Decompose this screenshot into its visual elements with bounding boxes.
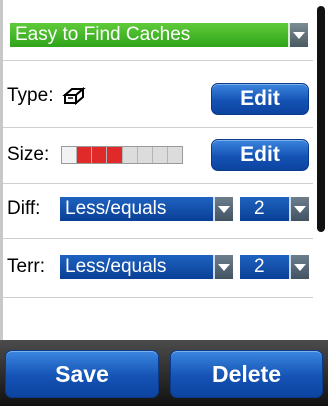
difficulty-operator-dropdown[interactable]: Less/equals [60,197,233,221]
chevron-down-icon [289,255,309,279]
size-cell [77,147,93,163]
chevron-down-icon [289,197,309,221]
type-edit-button[interactable]: Edit [211,83,309,115]
cache-type-icon [62,86,86,106]
type-edit-label: Edit [240,87,280,110]
footer-bar: Save Delete [0,340,328,406]
terrain-value-dropdown[interactable]: 2 [240,255,309,279]
size-edit-button[interactable]: Edit [211,139,309,171]
size-cell [92,147,108,163]
size-edit-label: Edit [240,143,280,166]
difficulty-label: Diff: [7,198,41,219]
size-cell [167,147,182,163]
divider [3,127,313,128]
filter-name-dropdown[interactable]: Easy to Find Caches [10,23,308,47]
terrain-operator-value: Less/equals [65,256,167,277]
size-cell [152,147,168,163]
chevron-down-icon [213,197,233,221]
size-cell [122,147,138,163]
type-label: Type: [7,85,54,106]
difficulty-value: 2 [254,198,265,219]
size-cell [137,147,153,163]
save-label: Save [55,360,109,387]
difficulty-operator-value: Less/equals [65,198,167,219]
divider [3,60,313,61]
delete-button[interactable]: Delete [170,350,323,398]
size-cell [62,147,78,163]
divider [3,238,313,239]
delete-label: Delete [211,360,282,387]
divider [3,183,313,184]
chevron-down-icon [288,23,308,47]
terrain-value: 2 [254,256,265,277]
terrain-operator-dropdown[interactable]: Less/equals [60,255,233,279]
size-cell [107,147,123,163]
save-button[interactable]: Save [5,350,159,398]
filter-name-value: Easy to Find Caches [15,24,191,45]
divider [3,297,313,298]
chevron-down-icon [213,255,233,279]
filter-editor-screen: Easy to Find Caches Type: Edit Size: Edi… [0,0,328,406]
size-label: Size: [7,144,50,165]
difficulty-value-dropdown[interactable]: 2 [240,197,309,221]
size-indicator [61,146,183,164]
scrollbar-thumb[interactable] [317,6,325,232]
terrain-label: Terr: [7,256,45,277]
scrollbar[interactable] [314,0,328,340]
